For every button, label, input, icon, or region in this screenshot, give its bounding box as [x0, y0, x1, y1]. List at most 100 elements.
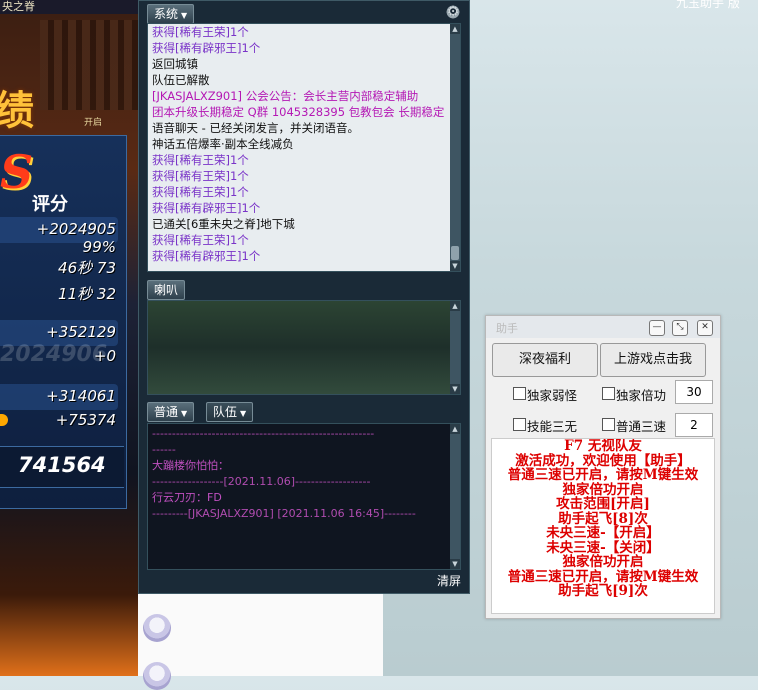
- scrollbar[interactable]: ▲ ▼: [450, 424, 460, 569]
- channel-message-pane[interactable]: ----------------------------------------…: [147, 423, 461, 570]
- system-message: 获得[稀有辟邪王]1个: [152, 201, 261, 215]
- helper-log-line: 攻击范围[开启]: [556, 496, 650, 512]
- channel-message: ----------------------------------------…: [152, 427, 375, 440]
- tab-system[interactable]: 系统 ▼: [147, 4, 195, 24]
- stat-time-2: 11秒 32: [58, 285, 116, 303]
- system-message-list: 获得[稀有王荣]1个 获得[稀有辟邪王]1个 返回城镇队伍已解散 [JKASJALXZ…: [148, 24, 460, 264]
- stat-bonus-4: +75374: [55, 411, 116, 429]
- tab-normal-label: 普通: [154, 405, 179, 419]
- total-score-box: 741564: [0, 446, 124, 488]
- speed-checkbox[interactable]: [602, 418, 615, 431]
- helper-log-line: F7 无视队友: [564, 438, 642, 454]
- score-label: 评分: [32, 194, 68, 215]
- minimize-icon[interactable]: —: [649, 320, 665, 336]
- tab-team-label: 队伍: [213, 405, 238, 419]
- multiplier-checkbox[interactable]: [602, 387, 615, 400]
- helper-title: 助手: [496, 322, 518, 335]
- scroll-down-icon[interactable]: ▼: [450, 559, 460, 569]
- clear-screen-button[interactable]: 清屏: [437, 572, 461, 589]
- stat-score: +2024905 99%: [36, 220, 116, 256]
- skill-label: 技能三无: [527, 419, 578, 434]
- system-message: 语音聊天 - 已经关闭发言，并关闭语音。: [152, 121, 359, 135]
- open-label: 开启: [84, 118, 103, 128]
- helper-log-line: 助手起飞[8]次: [558, 510, 648, 527]
- avatar[interactable]: [143, 662, 171, 690]
- system-message: 获得[稀有王荣]1个: [152, 233, 249, 247]
- channel-message: ------------------[2021.11.06]----------…: [152, 475, 371, 488]
- go-game-button[interactable]: 上游戏点击我: [600, 343, 706, 377]
- tab-horn-label: 喇叭: [154, 283, 179, 297]
- system-message: 获得[稀有辟邪王]1个: [152, 249, 261, 263]
- system-message: 获得[稀有王荣]1个: [152, 25, 249, 39]
- chevron-down-icon: ▼: [240, 409, 247, 418]
- dungeon-title: 央之脊: [0, 0, 138, 14]
- system-message: 获得[稀有王荣]1个: [152, 185, 249, 199]
- channel-message: ------: [152, 443, 176, 456]
- channel-message: ---------[JKASJALXZ901] [2021.11.06 16:4…: [152, 507, 416, 520]
- helper-window: 助手 — ⤡ ✕ 深夜福利 上游戏点击我 独家弱怪 独家倍功 30 技能三无 普…: [485, 315, 721, 619]
- scroll-up-icon[interactable]: ▲: [450, 24, 460, 34]
- system-message: 已通关[6重未央之脊]地下城: [152, 217, 295, 231]
- scroll-up-icon[interactable]: ▲: [450, 301, 460, 311]
- system-message: 团本升级长期稳定 Q群 1045328395 包教包会 长期稳定: [152, 105, 445, 119]
- speed-label: 普通三速: [616, 419, 667, 434]
- tab-system-label: 系统: [154, 7, 179, 21]
- system-message: 神话五倍爆率·副本全线减负: [152, 137, 294, 151]
- weak-monster-checkbox[interactable]: [513, 387, 526, 400]
- scrollbar[interactable]: ▲ ▼: [450, 24, 460, 271]
- helper-log-line: 独家倍功开启: [562, 481, 644, 498]
- system-message: 队伍已解散: [152, 73, 210, 87]
- skill-checkbox[interactable]: [513, 418, 526, 431]
- scroll-up-icon[interactable]: ▲: [450, 424, 460, 434]
- stat-bonus-3: +314061: [46, 387, 116, 405]
- horn-message-pane[interactable]: ▲ ▼: [147, 300, 461, 395]
- system-message: 返回城镇: [152, 57, 198, 71]
- helper-log-line: 助手起飞[9]次: [558, 583, 648, 599]
- channel-message-list: ----------------------------------------…: [148, 424, 460, 522]
- total-score: 741564: [18, 453, 106, 477]
- deep-night-button[interactable]: 深夜福利: [492, 343, 598, 377]
- background-pillars: [40, 20, 138, 110]
- helper-log-line: 独家倍功开启: [562, 554, 644, 570]
- stat-bonus-2: +0: [93, 347, 116, 365]
- weak-monster-label: 独家弱怪: [527, 388, 578, 403]
- helper-log-line: 普通三速已开启，请按M键生效: [507, 467, 699, 483]
- grade-text: 绩: [0, 87, 34, 134]
- avatar[interactable]: [143, 614, 171, 642]
- helper-log-line: 普通三速已开启，请按M键生效: [507, 568, 699, 585]
- restore-icon[interactable]: ⤡: [672, 320, 688, 336]
- multiplier-input[interactable]: 30: [675, 380, 713, 404]
- speed-input[interactable]: 2: [675, 413, 713, 437]
- white-background-strip: [138, 594, 383, 676]
- s-rank-icon: S: [0, 145, 34, 199]
- system-message: 获得[稀有王荣]1个: [152, 169, 249, 183]
- tab-horn[interactable]: 喇叭: [147, 280, 186, 300]
- tab-team[interactable]: 队伍 ▼: [206, 402, 254, 422]
- system-message: 获得[稀有王荣]1个: [152, 153, 249, 167]
- channel-message: 大蹦楼你怕怕：: [152, 459, 229, 472]
- scroll-thumb[interactable]: [451, 246, 459, 260]
- chevron-down-icon: ▼: [181, 11, 188, 20]
- gear-icon[interactable]: ⚙: [445, 4, 461, 20]
- top-right-caption: 九玉助手 版: [676, 0, 740, 10]
- scrollbar[interactable]: ▲ ▼: [450, 301, 460, 394]
- open-button[interactable]: 开启: [84, 115, 128, 135]
- game-scene: 央之脊 绩 开启 S 评分 +2024905 99% 46秒 73 11秒 32…: [0, 0, 138, 676]
- stat-bonus-1: +352129: [46, 323, 116, 341]
- system-message-pane[interactable]: 获得[稀有王荣]1个 获得[稀有辟邪王]1个 返回城镇队伍已解散 [JKASJALXZ…: [147, 23, 461, 272]
- helper-log-line: 激活成功，欢迎使用【助手】: [515, 452, 691, 469]
- helper-log-line: 未央三速-【关闭】: [546, 539, 660, 556]
- system-message: 获得[稀有辟邪王]1个: [152, 41, 261, 55]
- chevron-down-icon: ▼: [181, 409, 188, 418]
- helper-log-line: 未央三速-【开启】: [546, 525, 660, 541]
- helper-title-bar[interactable]: 助手 — ⤡ ✕: [486, 316, 720, 338]
- chat-window: 系统 ▼ ⚙ 获得[稀有王荣]1个 获得[稀有辟邪王]1个 返回城镇 队伍已解散 [JKA…: [138, 0, 470, 594]
- multiplier-label: 独家倍功: [616, 388, 667, 403]
- close-icon[interactable]: ✕: [697, 320, 713, 336]
- stat-time: 46秒 73: [58, 259, 116, 277]
- helper-log: F7 无视队友 激活成功，欢迎使用【助手】 普通三速已开启，请按M键生效 独家倍功开启…: [491, 438, 715, 614]
- system-message: [JKASJALXZ901] 公会公告：会长主营内部稳定辅助: [152, 89, 419, 103]
- scroll-down-icon[interactable]: ▼: [450, 261, 460, 271]
- tab-normal[interactable]: 普通 ▼: [147, 402, 195, 422]
- scroll-down-icon[interactable]: ▼: [450, 384, 460, 394]
